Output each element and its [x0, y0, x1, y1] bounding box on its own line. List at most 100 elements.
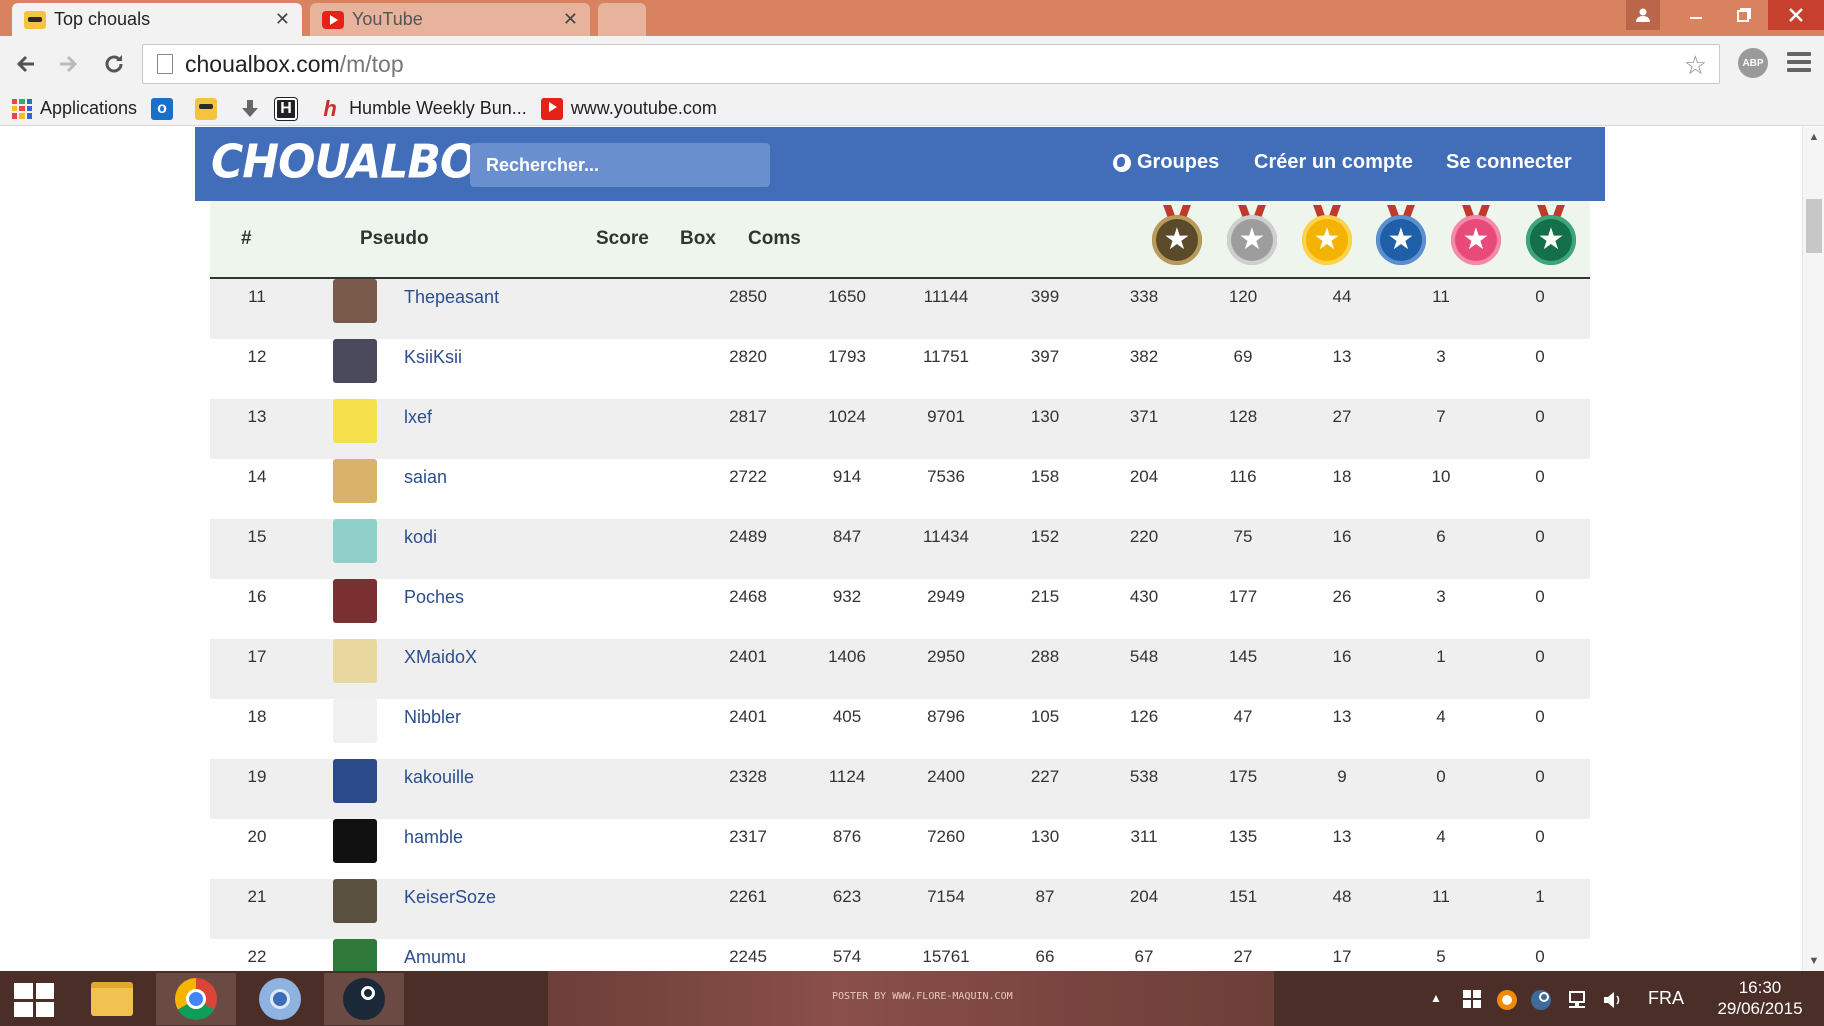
header-score[interactable]: Score	[596, 201, 649, 277]
close-tab-icon[interactable]: ✕	[275, 9, 290, 30]
nav-login-link[interactable]: Se connecter	[1446, 151, 1572, 174]
steam-tray-icon[interactable]	[1530, 989, 1551, 1010]
avast-icon[interactable]	[1496, 989, 1517, 1010]
pseudo-link[interactable]: Nibbler	[404, 699, 461, 735]
language-indicator[interactable]: FRA	[1648, 971, 1684, 1026]
avatar[interactable]	[333, 819, 377, 863]
bookmark-star-icon[interactable]: ☆	[1684, 50, 1707, 81]
scroll-up-icon[interactable]: ▲	[1803, 131, 1824, 143]
tab-youtube[interactable]: YouTube ✕	[310, 3, 590, 36]
minimize-window-button[interactable]	[1672, 0, 1720, 30]
nav-groups-link[interactable]: Groupes	[1113, 151, 1219, 174]
site-logo[interactable]: CHOUALBOX	[211, 136, 509, 190]
pseudo-link[interactable]: KsiiKsii	[404, 339, 462, 375]
table-row[interactable]: 16 Poches 2468 932 2949 215 430 177 26 3 0	[210, 579, 1590, 639]
col-4-cell: 158	[1030, 467, 1060, 486]
taskbar-steam[interactable]	[324, 973, 404, 1025]
system-clock[interactable]: 16:30 29/06/2015	[1710, 977, 1810, 1019]
pseudo-link[interactable]: Poches	[404, 579, 464, 615]
bookmark-outlook[interactable]: o	[151, 97, 181, 120]
bookmark-download[interactable]	[239, 98, 261, 120]
taskbar-explorer[interactable]	[72, 973, 152, 1025]
show-hidden-icons-icon[interactable]: ▲	[1430, 991, 1450, 1011]
medal-star-icon: ★	[1302, 215, 1352, 265]
bookmark-h[interactable]: H	[274, 96, 305, 121]
medal-star-icon: ★	[1152, 215, 1202, 265]
taskbar-chrome-app[interactable]	[240, 973, 320, 1025]
avatar[interactable]	[333, 699, 377, 743]
pseudo-link[interactable]: kakouille	[404, 759, 474, 795]
page-scrollbar[interactable]: ▲ ▼	[1802, 127, 1824, 971]
tab-top-chouals[interactable]: Top chouals ✕	[12, 3, 302, 36]
bookmark-choualbox[interactable]	[195, 97, 225, 120]
table-row[interactable]: 14 saian 2722 914 7536 158 204 116 18 10 0	[210, 459, 1590, 519]
table-row[interactable]: 21 KeiserSoze 2261 623 7154 87 204 151 48 11 1	[210, 879, 1590, 939]
col-9-cell: 0	[1535, 347, 1545, 366]
close-window-button[interactable]	[1768, 0, 1824, 30]
pink-medal-icon[interactable]: ★	[1449, 205, 1503, 267]
new-tab-button[interactable]	[598, 3, 646, 36]
table-row[interactable]: 15 kodi 2489 847 11434 152 220 75 16 6 0	[210, 519, 1590, 579]
pseudo-link[interactable]: saian	[404, 459, 447, 495]
avatar[interactable]	[333, 759, 377, 803]
pseudo-link[interactable]: lxef	[404, 399, 432, 435]
bookmark-humble[interactable]: h Humble Weekly Bun...	[319, 96, 526, 121]
back-button[interactable]	[8, 46, 44, 82]
bronze-medal-icon[interactable]: ★	[1150, 205, 1204, 267]
user-profile-icon[interactable]	[1626, 0, 1660, 30]
avatar[interactable]	[333, 459, 377, 503]
clock-time: 16:30	[1738, 978, 1782, 997]
avatar[interactable]	[333, 519, 377, 563]
avatar[interactable]	[333, 639, 377, 683]
close-tab-icon[interactable]: ✕	[563, 9, 578, 30]
col-5-cell: 204	[1129, 887, 1159, 906]
taskbar-chrome[interactable]	[156, 973, 236, 1025]
reload-button[interactable]	[96, 46, 132, 82]
table-row[interactable]: 12 KsiiKsii 2820 1793 11751 397 382 69 13 3 0	[210, 339, 1590, 399]
pseudo-link[interactable]: hamble	[404, 819, 463, 855]
forward-button[interactable]	[50, 46, 86, 82]
bookmark-applications[interactable]: Applications	[0, 98, 137, 119]
table-row[interactable]: 18 Nibbler 2401 405 8796 105 126 47 13 4 0	[210, 699, 1590, 759]
avatar[interactable]	[333, 399, 377, 443]
nav-signup-link[interactable]: Créer un compte	[1254, 151, 1413, 174]
windows-tray-icon[interactable]	[1462, 989, 1482, 1009]
search-input[interactable]	[470, 143, 770, 187]
box-cell: 847	[832, 527, 862, 546]
table-row[interactable]: 11 Thepeasant 2850 1650 11144 399 338 120 44 11 0	[210, 279, 1590, 339]
silver-medal-icon[interactable]: ★	[1225, 205, 1279, 267]
blue-medal-icon[interactable]: ★	[1374, 205, 1428, 267]
pseudo-link[interactable]: Amumu	[404, 939, 466, 971]
adblock-plus-icon[interactable]: ABP	[1738, 48, 1768, 78]
avatar[interactable]	[333, 939, 377, 971]
start-button[interactable]	[14, 983, 54, 1017]
table-row[interactable]: 22 Amumu 2245 574 15761 66 67 27 17 5 0	[210, 939, 1590, 971]
green-medal-icon[interactable]: ★	[1524, 205, 1578, 267]
table-row[interactable]: 20 hamble 2317 876 7260 130 311 135 13 4 0	[210, 819, 1590, 879]
table-row[interactable]: 19 kakouille 2328 1124 2400 227 538 175 9 0 0	[210, 759, 1590, 819]
avatar[interactable]	[333, 279, 377, 323]
pseudo-link[interactable]: KeiserSoze	[404, 879, 496, 915]
gold-medal-icon[interactable]: ★	[1300, 205, 1354, 267]
scroll-down-icon[interactable]: ▼	[1803, 955, 1824, 967]
header-box[interactable]: Box	[680, 201, 716, 277]
chrome-menu-icon[interactable]	[1787, 52, 1811, 76]
scroll-thumb[interactable]	[1806, 199, 1822, 253]
volume-icon[interactable]	[1602, 989, 1622, 1009]
pseudo-link[interactable]: kodi	[404, 519, 437, 555]
pseudo-link[interactable]: Thepeasant	[404, 279, 499, 315]
avatar[interactable]	[333, 339, 377, 383]
address-bar[interactable]: choualbox.com/m/top ☆	[142, 44, 1720, 84]
pseudo-link[interactable]: XMaidoX	[404, 639, 477, 675]
coms-cell: 15761	[922, 947, 970, 966]
bookmark-youtube[interactable]: www.youtube.com	[540, 97, 717, 120]
table-row[interactable]: 17 XMaidoX 2401 1406 2950 288 548 145 16 1 0	[210, 639, 1590, 699]
header-pseudo[interactable]: Pseudo	[360, 201, 429, 277]
restore-window-button[interactable]	[1720, 0, 1768, 30]
table-row[interactable]: 13 lxef 2817 1024 9701 130 371 128 27 7 0	[210, 399, 1590, 459]
reload-icon	[105, 55, 123, 73]
header-coms[interactable]: Coms	[748, 201, 801, 277]
network-icon[interactable]	[1566, 989, 1586, 1009]
avatar[interactable]	[333, 879, 377, 923]
avatar[interactable]	[333, 579, 377, 623]
